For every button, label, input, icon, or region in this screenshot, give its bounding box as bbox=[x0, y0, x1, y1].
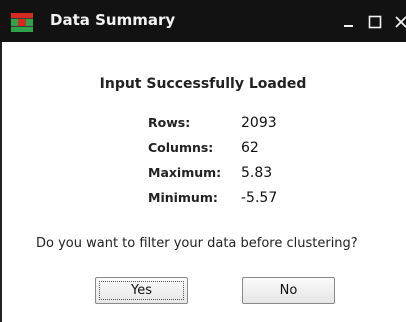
yes-button[interactable]: Yes bbox=[95, 277, 188, 304]
no-button[interactable]: No bbox=[242, 277, 335, 304]
data-summary-window: Data Summary Input Successfully Loaded R… bbox=[0, 0, 406, 322]
maximum-value: 5.83 bbox=[241, 165, 273, 181]
no-button-label: No bbox=[279, 283, 298, 298]
maximize-icon[interactable] bbox=[367, 14, 383, 30]
minimize-icon[interactable] bbox=[341, 14, 357, 30]
close-icon[interactable] bbox=[393, 14, 406, 30]
minimum-label: Minimum: bbox=[148, 190, 218, 205]
yes-button-label: Yes bbox=[131, 283, 152, 298]
minimum-value: -5.57 bbox=[241, 190, 278, 206]
maximum-label: Maximum: bbox=[148, 165, 222, 180]
window-left-border bbox=[0, 42, 2, 322]
heatmap-icon bbox=[11, 13, 33, 32]
columns-label: Columns: bbox=[148, 140, 214, 155]
title-bar[interactable]: Data Summary bbox=[0, 0, 406, 42]
filter-question: Do you want to filter your data before c… bbox=[36, 236, 358, 251]
rows-value: 2093 bbox=[241, 115, 277, 131]
dialog-body: Input Successfully Loaded Rows: 2093 Col… bbox=[0, 42, 406, 322]
rows-label: Rows: bbox=[148, 115, 191, 130]
dialog-heading: Input Successfully Loaded bbox=[99, 76, 307, 92]
window-title: Data Summary bbox=[50, 11, 176, 29]
columns-value: 62 bbox=[241, 140, 259, 156]
